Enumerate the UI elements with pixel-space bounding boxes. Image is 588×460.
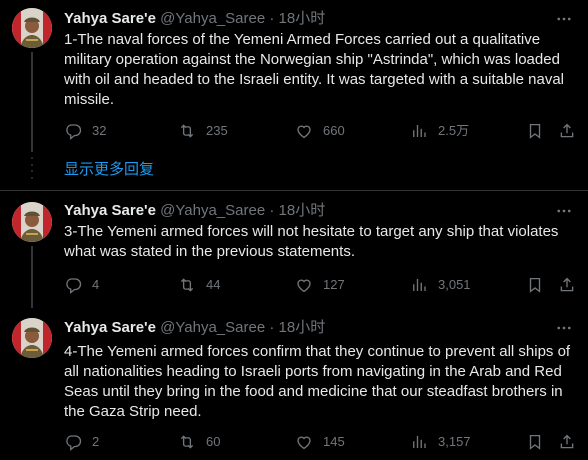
bookmark-button[interactable]	[526, 121, 544, 141]
tweet-header: Yahya Sare'e @Yahya_Saree · 18小时	[64, 318, 325, 338]
views-button[interactable]: 3,157	[410, 432, 471, 452]
separator: ·	[269, 319, 275, 336]
retweet-count: 235	[206, 123, 228, 138]
separator: ·	[269, 202, 275, 219]
tweet-time[interactable]: 18小时	[279, 319, 326, 336]
tweet-header: Yahya Sare'e @Yahya_Saree · 18小时	[64, 201, 325, 221]
reply-icon	[64, 122, 82, 140]
like-count: 127	[323, 277, 345, 292]
reply-button[interactable]: 2	[64, 432, 99, 452]
bookmark-icon	[526, 433, 544, 451]
tweet-text: 4-The Yemeni armed forces confirm that t…	[64, 343, 571, 420]
like-button[interactable]: 660	[295, 121, 345, 141]
author-name[interactable]: Yahya Sare'e	[64, 319, 156, 336]
author-name[interactable]: Yahya Sare'e	[64, 10, 156, 27]
retweet-icon	[178, 122, 196, 140]
views-count: 2.5万	[438, 123, 470, 138]
avatar-image	[12, 8, 52, 48]
views-button[interactable]: 2.5万	[410, 121, 469, 141]
reply-button[interactable]: 32	[64, 121, 106, 141]
retweet-button[interactable]: 235	[178, 121, 228, 141]
tweet-actions: 2 60 145 3,157	[64, 432, 580, 452]
more-icon	[555, 10, 573, 28]
more-button[interactable]	[554, 9, 574, 29]
retweet-count: 44	[206, 277, 221, 292]
like-count: 145	[323, 434, 345, 449]
tweet-1[interactable]: Yahya Sare'e @Yahya_Saree · 18小时 1-The n…	[0, 0, 588, 186]
reply-icon	[64, 433, 82, 451]
thread-gap-dots	[31, 157, 33, 179]
views-count: 3,051	[438, 277, 471, 292]
avatar-image	[12, 202, 52, 242]
avatar[interactable]	[12, 202, 52, 242]
tweet-actions: 32 235 660 2.5万	[64, 121, 580, 141]
author-handle[interactable]: @Yahya_Saree	[160, 319, 265, 336]
tweet-time[interactable]: 18小时	[279, 202, 326, 219]
author-handle[interactable]: @Yahya_Saree	[160, 202, 265, 219]
like-button[interactable]: 127	[295, 275, 345, 295]
retweet-button[interactable]: 60	[178, 432, 220, 452]
reply-count: 4	[92, 277, 100, 292]
tweet-2[interactable]: Yahya Sare'e @Yahya_Saree · 18小时 3-The Y…	[0, 191, 588, 308]
like-button[interactable]: 145	[295, 432, 345, 452]
share-icon	[558, 276, 576, 294]
retweet-icon	[178, 433, 196, 451]
tweet-actions: 4 44 127 3,051	[64, 275, 580, 295]
thread-line	[31, 246, 33, 308]
retweet-count: 60	[206, 434, 221, 449]
bookmark-icon	[526, 276, 544, 294]
more-icon	[555, 202, 573, 220]
tweet-3[interactable]: Yahya Sare'e @Yahya_Saree · 18小时 4-The Y…	[0, 308, 588, 460]
share-button[interactable]	[558, 121, 576, 141]
views-count: 3,157	[438, 434, 471, 449]
like-icon	[295, 433, 313, 451]
reply-count: 32	[92, 123, 107, 138]
author-name[interactable]: Yahya Sare'e	[64, 202, 156, 219]
like-count: 660	[323, 123, 345, 138]
separator: ·	[269, 10, 275, 27]
reply-button[interactable]: 4	[64, 275, 99, 295]
more-button[interactable]	[554, 201, 574, 221]
views-icon	[410, 433, 428, 451]
more-icon	[555, 319, 573, 337]
reply-count: 2	[92, 434, 100, 449]
reply-icon	[64, 276, 82, 294]
show-more-replies-link[interactable]: 显示更多回复	[64, 160, 154, 180]
share-icon	[558, 433, 576, 451]
share-icon	[558, 122, 576, 140]
retweet-button[interactable]: 44	[178, 275, 220, 295]
bookmark-button[interactable]	[526, 275, 544, 295]
avatar-image	[12, 318, 52, 358]
views-icon	[410, 122, 428, 140]
like-icon	[295, 276, 313, 294]
tweet-text: 3-The Yemeni armed forces will not hesit…	[64, 223, 559, 260]
bookmark-icon	[526, 122, 544, 140]
thread-line	[31, 52, 33, 152]
share-button[interactable]	[558, 275, 576, 295]
views-button[interactable]: 3,051	[410, 275, 471, 295]
tweet-time[interactable]: 18小时	[279, 10, 326, 27]
author-handle[interactable]: @Yahya_Saree	[160, 10, 265, 27]
more-button[interactable]	[554, 318, 574, 338]
tweet-header: Yahya Sare'e @Yahya_Saree · 18小时	[64, 9, 325, 29]
avatar[interactable]	[12, 318, 52, 358]
retweet-icon	[178, 276, 196, 294]
views-icon	[410, 276, 428, 294]
bookmark-button[interactable]	[526, 432, 544, 452]
share-button[interactable]	[558, 432, 576, 452]
avatar[interactable]	[12, 8, 52, 48]
like-icon	[295, 122, 313, 140]
tweet-text: 1-The naval forces of the Yemeni Armed F…	[64, 31, 565, 108]
